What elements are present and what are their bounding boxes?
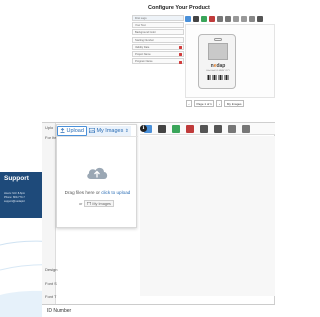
panel-side-strip <box>42 123 56 317</box>
panel-footer: ID Number <box>42 304 275 317</box>
add-image-icon[interactable] <box>185 15 191 22</box>
tag-validity-text: Valid Until DD MMM YYYY <box>206 69 230 72</box>
panel-field-label: Font T <box>45 294 57 299</box>
upload-dialog: Upload My Images ⇕ Drag files here or cl… <box>56 124 138 228</box>
image-icon[interactable] <box>158 124 166 133</box>
paste-icon[interactable] <box>241 15 247 22</box>
delete-icon[interactable] <box>179 46 182 50</box>
images-icon <box>87 201 92 206</box>
field-row[interactable]: Background Color <box>132 29 184 36</box>
field-label: Your Text <box>135 24 146 28</box>
tab-my-images[interactable]: My Images ⇕ <box>86 125 131 136</box>
delete-icon[interactable] <box>179 60 182 64</box>
upload-icon <box>60 128 65 133</box>
drop-zone-text[interactable]: Drag files here or click to upload <box>57 190 138 195</box>
copy-icon[interactable] <box>233 15 239 22</box>
click-to-upload-link[interactable]: click to upload <box>101 190 130 195</box>
pager: ‹ Page 1 of 1 › My Images <box>186 100 245 107</box>
my-images-button[interactable]: My Images <box>84 200 114 208</box>
panel-field-label: Font S <box>45 281 57 286</box>
undo-icon[interactable] <box>200 124 208 133</box>
field-row[interactable]: First Logo <box>132 15 184 21</box>
support-card: Support Hours: M-F 8-6pm Phone: 800-770-… <box>0 172 42 218</box>
tag-logo: nedap <box>210 63 226 69</box>
delete-icon[interactable] <box>179 53 182 57</box>
tab-upload[interactable]: Upload <box>57 125 87 136</box>
redo-icon[interactable] <box>225 15 231 22</box>
field-row[interactable]: Your Text <box>132 22 184 29</box>
info-icon[interactable]: i <box>140 125 147 132</box>
field-row[interactable]: Validity Date <box>132 43 184 50</box>
tag-slot <box>214 38 222 41</box>
zoom-icon[interactable] <box>249 15 255 22</box>
undo-icon[interactable] <box>217 15 223 22</box>
support-title: Support <box>4 175 29 182</box>
panel-header-label: Uplo <box>45 125 54 130</box>
or-row: or My Images <box>79 200 114 208</box>
field-list: First Logo Your Text Background Color St… <box>132 15 184 65</box>
my-images-button[interactable]: My Images <box>224 100 245 107</box>
paste-icon[interactable] <box>242 124 250 133</box>
support-email[interactable]: support@nedapid <box>4 200 38 204</box>
id-number-label: ID Number <box>47 308 72 314</box>
delete-icon[interactable] <box>186 124 194 133</box>
panel-field-label: For Ite <box>45 135 57 140</box>
field-label: First Logo <box>135 17 147 20</box>
image-icon[interactable] <box>193 15 199 22</box>
id-tag-preview[interactable]: nedap Valid Until DD MMM YYYY <box>198 34 236 89</box>
prev-page-button[interactable]: ‹ <box>186 100 192 107</box>
editor-toolbar <box>185 14 275 23</box>
delete-icon[interactable] <box>209 15 215 22</box>
field-label: Background Color <box>135 31 156 35</box>
text-icon[interactable] <box>172 124 180 133</box>
photo-placeholder[interactable] <box>208 43 228 60</box>
next-page-button[interactable]: › <box>216 100 223 107</box>
field-label: Validity Date <box>135 45 150 49</box>
barcode <box>207 75 229 80</box>
panel-canvas[interactable] <box>140 136 275 296</box>
images-icon <box>88 128 95 133</box>
field-label: Program Name <box>135 60 153 64</box>
field-label: Starting Number <box>135 38 154 42</box>
redo-icon[interactable] <box>214 124 222 133</box>
field-row[interactable]: Starting Number <box>132 36 184 43</box>
page-indicator: Page 1 of 1 <box>194 100 215 107</box>
configure-title: Configure Your Product <box>148 5 210 11</box>
copy-icon[interactable] <box>228 124 236 133</box>
gear-icon[interactable] <box>257 15 263 22</box>
field-label: Project Name <box>135 52 151 56</box>
upload-tabs: Upload My Images ⇕ <box>57 125 138 137</box>
panel-toolbar <box>140 123 275 135</box>
cloud-upload-icon <box>87 167 108 179</box>
field-row[interactable]: Project Name <box>132 50 184 57</box>
field-row[interactable]: Program Name <box>132 58 184 65</box>
panel-field-label: Design <box>45 267 58 272</box>
text-icon[interactable] <box>201 15 207 22</box>
